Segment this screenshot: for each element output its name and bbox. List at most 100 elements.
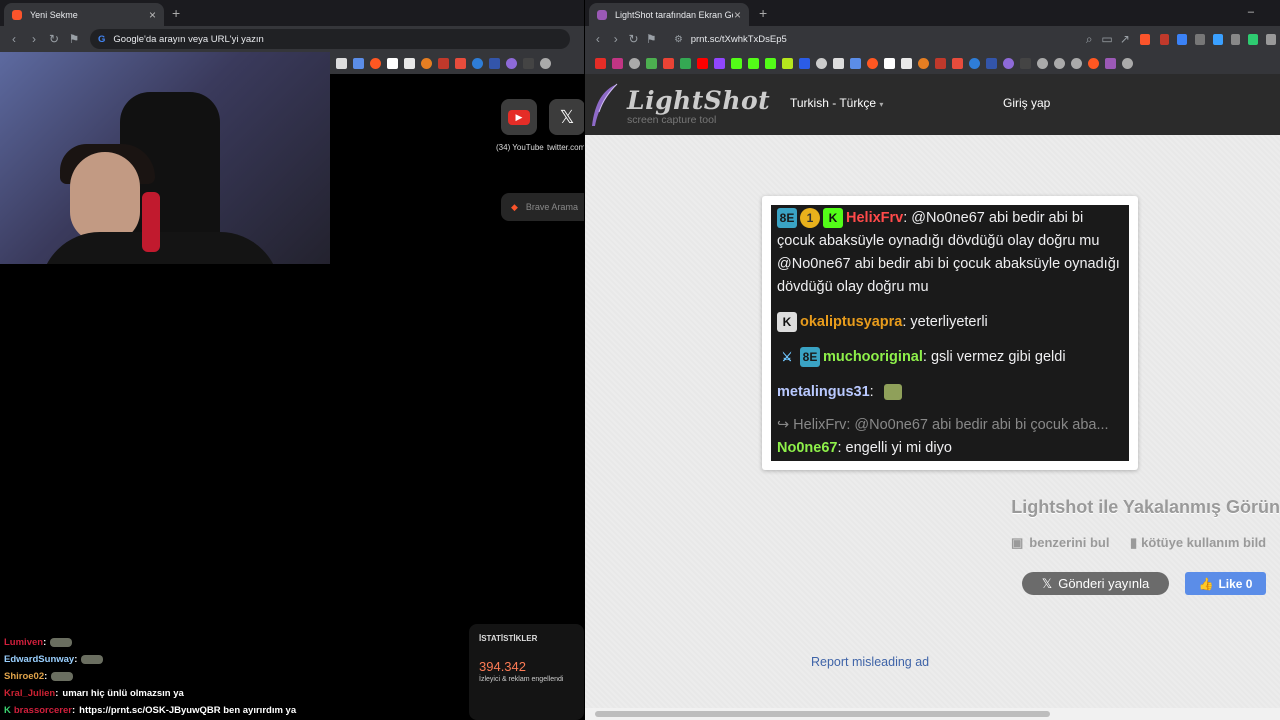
reload-icon[interactable]: ↻ [44, 32, 64, 46]
bookmark-drive-icon[interactable] [680, 57, 691, 69]
login-link[interactable]: Giriş yap [1003, 96, 1050, 110]
bookmark-icon[interactable] [1105, 57, 1116, 69]
bookmark-a-icon[interactable] [404, 57, 415, 69]
bookmark-icon[interactable] [506, 57, 517, 69]
bookmark-icon[interactable] [799, 57, 810, 69]
feather-logo-icon [592, 83, 618, 126]
bookmark-icon[interactable] [697, 57, 708, 69]
bookmark-icon[interactable] [986, 57, 997, 69]
extension-icon[interactable] [1248, 33, 1259, 45]
bookmark-icon[interactable] [1088, 57, 1099, 69]
site-logo[interactable]: LightShot [627, 86, 770, 115]
new-tab-button[interactable]: + [172, 5, 180, 21]
bookmark-p-icon[interactable] [387, 57, 398, 69]
bookmark-x-icon[interactable] [336, 57, 347, 69]
bookmark-youtube-icon[interactable] [595, 57, 606, 69]
horizontal-scrollbar[interactable] [585, 708, 1280, 720]
bookmark-reddit-icon[interactable] [867, 57, 878, 69]
bookmark-icon[interactable] [935, 57, 946, 69]
chat-message: No0ne67: engelli yi mi diyo [777, 440, 952, 456]
bookmark-icon[interactable] [816, 57, 827, 69]
sidebar-icon[interactable] [1266, 33, 1277, 45]
bookmark-kick-icon[interactable] [765, 57, 776, 69]
bookmark-icon[interactable] [1037, 57, 1048, 69]
bookmark-icon[interactable] [438, 57, 449, 69]
sword-badge-icon: ⚔ [781, 350, 793, 365]
shortcut-twitter[interactable]: 𝕏 [549, 99, 584, 135]
bookmark-icon[interactable] [646, 57, 657, 69]
report-misleading-ad-link[interactable]: Report misleading ad [811, 655, 929, 669]
bookmark-icon[interactable] [952, 57, 963, 69]
forward-icon[interactable]: › [607, 32, 625, 46]
language-selector[interactable]: Turkish - Türkçe ▾ [790, 96, 883, 110]
emote-icon [883, 384, 902, 401]
chat-separator: : [74, 654, 78, 665]
bookmark-icon[interactable]: ⚑ [64, 32, 84, 46]
extension-icon[interactable] [1212, 33, 1223, 45]
share-icon[interactable]: ↗ [1116, 32, 1134, 46]
bookmark-a-icon[interactable] [901, 57, 912, 69]
bookmark-icon[interactable] [455, 57, 466, 69]
bookmark-icon[interactable] [353, 57, 364, 69]
bookmark-p-icon[interactable] [884, 57, 895, 69]
bookmark-icon[interactable] [472, 57, 483, 69]
brave-icon: ◆ [511, 201, 518, 212]
new-tab-button[interactable]: + [759, 5, 767, 21]
kick-badge-icon: K [777, 312, 797, 333]
extension-icon[interactable] [1159, 33, 1170, 45]
bookmark-icon[interactable] [1003, 57, 1014, 69]
kick-badge-icon: K [823, 208, 843, 229]
extension-icon[interactable] [1177, 33, 1188, 45]
bookmark-icon[interactable] [782, 57, 793, 69]
x-icon: 𝕏 [1041, 575, 1053, 591]
extensions-puzzle-icon[interactable] [1230, 33, 1241, 45]
bookmark-kick-icon[interactable] [731, 57, 742, 69]
bookmark-icon[interactable]: ⚑ [642, 32, 660, 46]
camera-icon: ▣ [1011, 535, 1024, 550]
brave-shields-icon[interactable] [1139, 33, 1150, 45]
bookmark-icon[interactable] [850, 57, 861, 69]
omnibox[interactable]: G Google'da arayın veya URL'yi yazın [90, 29, 570, 49]
minimize-icon[interactable]: – [1248, 6, 1254, 18]
stats-value: 394.342 [479, 659, 526, 674]
bookmark-reddit-icon[interactable] [370, 57, 381, 69]
extension-icon[interactable] [1195, 33, 1205, 45]
tweet-button[interactable]: 𝕏 Gönderi yayınla [1022, 572, 1169, 595]
reload-icon[interactable]: ↻ [625, 32, 643, 46]
bookmark-kick-icon[interactable] [748, 57, 759, 69]
close-icon[interactable]: × [149, 8, 156, 22]
scrollbar-thumb[interactable] [595, 711, 1050, 717]
bookmark-icon[interactable] [1071, 57, 1082, 69]
bookmark-icon[interactable] [1122, 57, 1133, 69]
bookmark-x-icon[interactable] [833, 57, 844, 69]
bookmark-coin-icon[interactable] [421, 57, 432, 69]
shortcut-youtube[interactable]: ▶ [501, 99, 537, 135]
bookmark-icon[interactable] [489, 57, 500, 69]
back-icon[interactable]: ‹ [4, 32, 24, 46]
tab-title: Yeni Sekme [30, 9, 78, 20]
find-similar-link[interactable]: ▣ benzerini bul [1011, 535, 1109, 551]
forward-icon[interactable]: › [24, 32, 44, 46]
screenshot-image[interactable]: 8E 1 K HelixFrv: @No0ne67 abi bedir abi bi … [771, 205, 1129, 461]
bookmark-icon[interactable] [1020, 57, 1031, 69]
bookmark-icon[interactable] [918, 57, 929, 69]
bookmark-icon[interactable] [629, 57, 640, 69]
bookmark-icon[interactable] [969, 57, 980, 69]
bookmark-instagram-icon[interactable] [612, 57, 623, 69]
bookmark-icon[interactable] [540, 57, 551, 69]
bookmark-icon[interactable] [523, 57, 534, 69]
close-icon[interactable]: × [734, 8, 741, 22]
bookmark-icon[interactable] [1054, 57, 1065, 69]
brave-search-box[interactable]: ◆ Brave Arama [501, 193, 584, 221]
bookmark-gmail-icon[interactable] [663, 57, 674, 69]
right-toolbar: ‹ › ↻ ⚑ ⚙ prnt.sc/tXwhkTxDsEp5 ⌕ ▭ ↗ [585, 26, 1280, 52]
cast-icon[interactable]: ▭ [1098, 32, 1116, 46]
bookmark-twitch-icon[interactable] [714, 57, 725, 69]
back-icon[interactable]: ‹ [589, 32, 607, 46]
tab-lightshot[interactable]: LightShot tarafından Ekran Görü × [589, 3, 749, 26]
address-bar[interactable]: ⚙ prnt.sc/tXwhkTxDsEp5 [666, 29, 970, 49]
tab-new-tab[interactable]: Yeni Sekme × [4, 3, 164, 26]
report-abuse-link[interactable]: ▮ kötüye kullanım bild [1130, 535, 1266, 551]
zoom-icon[interactable]: ⌕ [1080, 32, 1098, 47]
like-button[interactable]: 👍 Like 0 [1185, 572, 1266, 595]
